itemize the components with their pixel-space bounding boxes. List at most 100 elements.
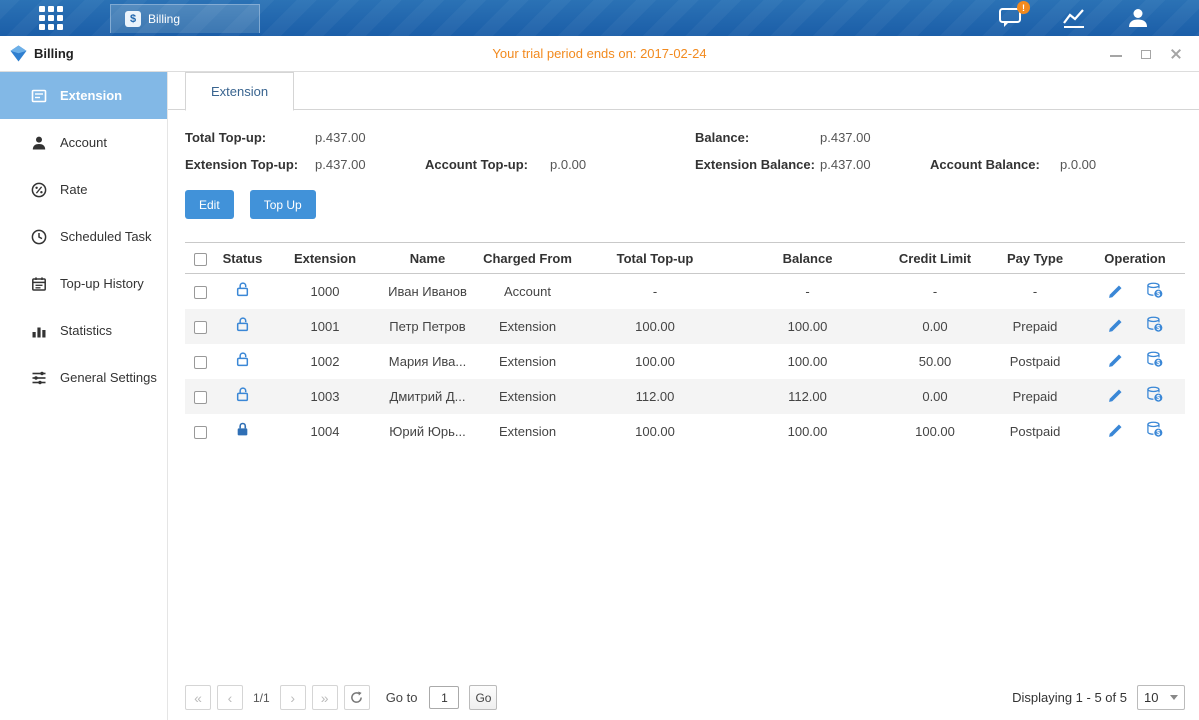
notification-badge: !	[1017, 1, 1030, 14]
cell-name: Петр Петров	[380, 309, 475, 344]
status-cell	[215, 309, 270, 344]
tab-strip: Extension	[168, 72, 1199, 110]
total-topup-label: Total Top-up:	[185, 130, 315, 145]
sidebar-item-account[interactable]: Account	[0, 119, 167, 166]
extension-topup-label: Extension Top-up:	[185, 157, 315, 172]
trial-notice: Your trial period ends on: 2017-02-24	[0, 46, 1199, 61]
balance-value: p.437.00	[820, 130, 930, 145]
maximize-button[interactable]	[1139, 47, 1153, 61]
rate-icon	[31, 182, 47, 198]
cell-extension: 1003	[270, 379, 380, 414]
topup-row-icon[interactable]: $	[1146, 421, 1164, 439]
account-balance-label: Account Balance:	[930, 157, 1060, 172]
statistics-chart-icon[interactable]	[1061, 6, 1087, 30]
cell-charged-from: Extension	[475, 309, 580, 344]
unlocked-icon	[235, 387, 250, 402]
edit-row-icon[interactable]	[1106, 282, 1124, 300]
select-all-checkbox[interactable]	[194, 253, 207, 266]
cell-balance: 100.00	[730, 344, 885, 379]
table-row: 1000 Иван Иванов Account - - - - $	[185, 274, 1185, 309]
topup-row-icon[interactable]: $	[1146, 281, 1164, 299]
balance-label: Balance:	[695, 130, 820, 145]
topbar-tab-label: Billing	[148, 12, 180, 26]
last-page-button[interactable]: »	[312, 685, 338, 710]
edit-button[interactable]: Edit	[185, 190, 234, 219]
edit-row-icon[interactable]	[1106, 352, 1124, 370]
sidebar-item-statistics[interactable]: Statistics	[0, 307, 167, 354]
cell-total-topup: 112.00	[580, 379, 730, 414]
sidebar-item-general-settings[interactable]: General Settings	[0, 354, 167, 401]
cell-pay-type: Prepaid	[985, 309, 1085, 344]
cell-name: Иван Иванов	[380, 274, 475, 309]
topup-row-icon[interactable]: $	[1146, 386, 1164, 404]
sidebar-item-scheduled-task[interactable]: Scheduled Task	[0, 213, 167, 260]
cell-balance: -	[730, 274, 885, 309]
notifications-icon[interactable]: !	[997, 6, 1023, 30]
user-account-icon[interactable]	[1125, 6, 1151, 30]
sidebar-item-label: Rate	[60, 182, 87, 197]
first-page-button[interactable]: «	[185, 685, 211, 710]
column-header-charged-from: Charged From	[475, 243, 580, 274]
edit-row-icon[interactable]	[1106, 387, 1124, 405]
sidebar-item-topup-history[interactable]: Top-up History	[0, 260, 167, 307]
sidebar-item-label: General Settings	[60, 370, 157, 385]
page-size-value: 10	[1144, 690, 1158, 705]
topup-row-icon[interactable]: $	[1146, 351, 1164, 369]
page-indicator: 1/1	[249, 691, 274, 705]
sidebar: Extension Account Rate Scheduled Task To…	[0, 72, 168, 720]
tab-extension[interactable]: Extension	[185, 72, 294, 111]
sidebar-item-label: Account	[60, 135, 107, 150]
close-button[interactable]	[1169, 47, 1183, 61]
cell-extension: 1004	[270, 414, 380, 449]
cell-total-topup: 100.00	[580, 414, 730, 449]
row-checkbox[interactable]	[194, 286, 207, 299]
sidebar-item-rate[interactable]: Rate	[0, 166, 167, 213]
sidebar-item-label: Scheduled Task	[60, 229, 152, 244]
topbar-tab-billing[interactable]: $ Billing	[110, 4, 260, 33]
cell-total-topup: 100.00	[580, 344, 730, 379]
window-title: Billing	[34, 46, 74, 61]
topup-row-icon[interactable]: $	[1146, 316, 1164, 334]
refresh-button[interactable]	[344, 685, 370, 710]
top-up-button[interactable]: Top Up	[250, 190, 316, 219]
prev-page-button[interactable]: ‹	[217, 685, 243, 710]
total-topup-value: p.437.00	[315, 130, 425, 145]
table-row: 1002 Мария Ива... Extension 100.00 100.0…	[185, 344, 1185, 379]
cell-pay-type: Postpaid	[985, 414, 1085, 449]
row-checkbox[interactable]	[194, 426, 207, 439]
account-icon	[31, 135, 47, 151]
cell-name: Дмитрий Д...	[380, 379, 475, 414]
row-checkbox[interactable]	[194, 356, 207, 369]
locked-icon	[235, 422, 250, 437]
edit-row-icon[interactable]	[1106, 317, 1124, 335]
column-header-extension: Extension	[270, 243, 380, 274]
cell-credit-limit: 0.00	[885, 379, 985, 414]
sidebar-item-label: Top-up History	[60, 276, 144, 291]
statistics-icon	[31, 323, 47, 339]
unlocked-icon	[235, 317, 250, 332]
next-page-button[interactable]: ›	[280, 685, 306, 710]
cell-credit-limit: -	[885, 274, 985, 309]
apps-grid-icon[interactable]	[38, 5, 66, 31]
cell-total-topup: 100.00	[580, 309, 730, 344]
chevron-down-icon	[1170, 695, 1178, 700]
account-balance-value: p.0.00	[1060, 157, 1185, 172]
page-size-select[interactable]: 10	[1137, 685, 1185, 710]
minimize-button[interactable]	[1109, 47, 1123, 61]
table-row: 1004 Юрий Юрь... Extension 100.00 100.00…	[185, 414, 1185, 449]
column-header-status: Status	[215, 243, 270, 274]
table-row: 1003 Дмитрий Д... Extension 112.00 112.0…	[185, 379, 1185, 414]
status-cell	[215, 379, 270, 414]
refresh-icon	[350, 691, 363, 704]
row-checkbox[interactable]	[194, 321, 207, 334]
cell-charged-from: Extension	[475, 414, 580, 449]
column-header-pay-type: Pay Type	[985, 243, 1085, 274]
go-button[interactable]: Go	[469, 685, 497, 710]
goto-page-input[interactable]	[429, 686, 459, 709]
row-checkbox[interactable]	[194, 391, 207, 404]
edit-row-icon[interactable]	[1106, 422, 1124, 440]
cell-extension: 1001	[270, 309, 380, 344]
cell-balance: 112.00	[730, 379, 885, 414]
sidebar-item-extension[interactable]: Extension	[0, 72, 167, 119]
balance-summary: Total Top-up: p.437.00 Balance: p.437.00…	[185, 130, 1185, 172]
